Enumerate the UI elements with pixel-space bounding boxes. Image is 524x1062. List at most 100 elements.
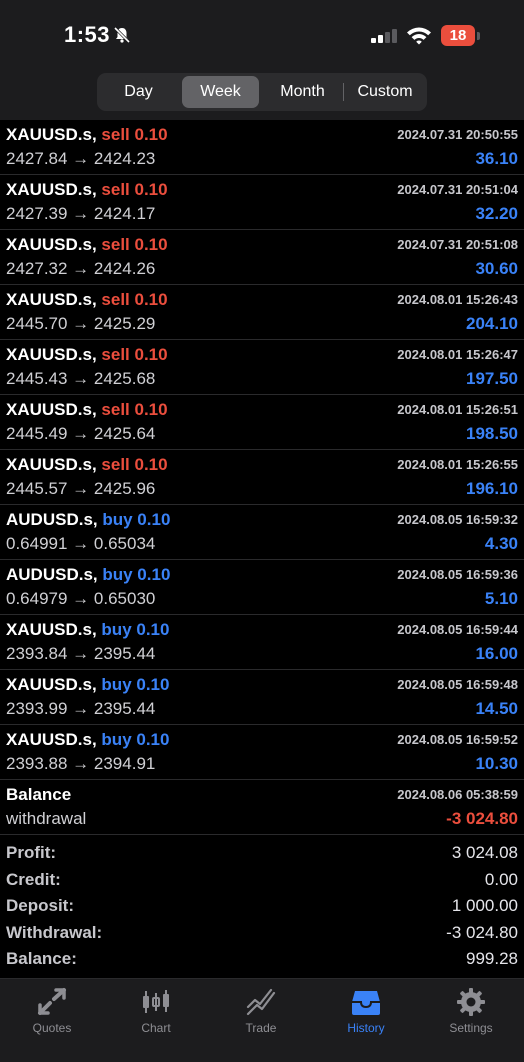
deal-side: sell 0.10 — [101, 455, 168, 474]
period-segmented-control: Day Week Month Custom — [97, 73, 427, 111]
deal-symbol: XAUUSD.s, — [6, 620, 97, 639]
deal-row[interactable]: AUDUSD.s, buy 0.10 2024.08.05 16:59:36 0… — [0, 560, 524, 615]
status-bar: 1:53 18 — [0, 0, 524, 70]
tab-label: Settings — [449, 1021, 493, 1035]
deal-time: 2024.08.05 16:59:36 — [397, 567, 518, 582]
cellular-signal-icon — [371, 29, 397, 43]
deal-time: 2024.08.05 16:59:32 — [397, 512, 518, 527]
deal-symbol: XAUUSD.s, — [6, 235, 97, 254]
deal-symbol: XAUUSD.s, — [6, 675, 97, 694]
deal-profit: 36.10 — [475, 149, 518, 168]
deal-prices: 2427.39 → 2424.17 — [6, 204, 156, 223]
tab-history[interactable]: History — [314, 987, 418, 1035]
deal-row[interactable]: XAUUSD.s, sell 0.10 2024.08.01 15:26:43 … — [0, 285, 524, 340]
tab-quotes[interactable]: Quotes — [0, 987, 104, 1035]
balance-row[interactable]: Balance 2024.08.06 05:38:59 withdrawal -… — [0, 780, 524, 835]
deal-row[interactable]: XAUUSD.s, buy 0.10 2024.08.05 16:59:52 2… — [0, 725, 524, 780]
deal-time: 2024.07.31 20:51:04 — [397, 182, 518, 197]
summary-label: Deposit: — [6, 896, 74, 915]
period-month[interactable]: Month — [265, 76, 340, 108]
deal-profit: 196.10 — [466, 479, 518, 498]
wifi-icon — [407, 27, 431, 45]
deal-side: sell 0.10 — [101, 345, 168, 364]
summary-label: Withdrawal: — [6, 922, 103, 942]
deal-profit: 14.50 — [475, 699, 518, 718]
deal-symbol: XAUUSD.s, — [6, 290, 97, 309]
deal-prices: 2393.84 → 2395.44 — [6, 644, 156, 663]
history-icon — [352, 991, 380, 1015]
balance-amount: -3 024.80 — [446, 809, 518, 828]
deal-profit: 197.50 — [466, 369, 518, 388]
deal-row[interactable]: XAUUSD.s, buy 0.10 2024.08.05 16:59:48 2… — [0, 670, 524, 725]
deal-symbol: AUDUSD.s, — [6, 565, 98, 584]
history-header: Day Week Month Custom — [0, 70, 524, 120]
deal-time: 2024.08.01 15:26:55 — [397, 457, 518, 472]
balance-title: Balance — [6, 785, 72, 804]
deals-list: XAUUSD.s, sell 0.10 2024.07.31 20:50:55 … — [0, 120, 524, 835]
deal-side: buy 0.10 — [101, 730, 170, 749]
tab-label: Chart — [141, 1021, 171, 1035]
bell-muted-icon — [113, 26, 131, 44]
deal-prices: 0.64979 → 0.65030 — [6, 589, 156, 608]
quotes-icon — [38, 988, 66, 1015]
deal-side: buy 0.10 — [101, 675, 170, 694]
deal-side: sell 0.10 — [101, 125, 168, 144]
tab-trade[interactable]: Trade — [209, 987, 313, 1035]
deal-symbol: XAUUSD.s, — [6, 455, 97, 474]
deal-symbol: XAUUSD.s, — [6, 730, 97, 749]
history-summary: Profit: 3 024.08 Credit: 0.00 Deposit: 1… — [0, 840, 524, 973]
deal-time: 2024.07.31 20:51:08 — [397, 237, 518, 252]
deal-row[interactable]: XAUUSD.s, buy 0.10 2024.08.05 16:59:44 2… — [0, 615, 524, 670]
deal-prices: 2445.49 → 2425.64 — [6, 424, 156, 443]
status-time: 1:53 — [64, 22, 111, 47]
deal-row[interactable]: XAUUSD.s, sell 0.10 2024.07.31 20:50:55 … — [0, 120, 524, 175]
summary-profit: Profit: 3 024.08 — [0, 840, 524, 867]
deal-profit: 32.20 — [475, 204, 518, 223]
summary-label: Profit: — [6, 843, 57, 862]
tab-label: History — [347, 1021, 385, 1035]
deal-symbol: XAUUSD.s, — [6, 400, 97, 419]
deal-side: sell 0.10 — [101, 235, 168, 254]
deal-profit: 10.30 — [475, 754, 518, 773]
deal-time: 2024.08.01 15:26:47 — [397, 347, 518, 362]
deal-symbol: AUDUSD.s, — [6, 510, 98, 529]
tab-chart[interactable]: Chart — [104, 987, 208, 1035]
summary-label: Balance: — [6, 949, 77, 968]
tab-settings[interactable]: Settings — [419, 987, 523, 1035]
tab-label: Quotes — [32, 1021, 72, 1035]
battery-level: 18 — [441, 25, 475, 46]
deal-prices: 2427.32 → 2424.26 — [6, 259, 156, 278]
period-week[interactable]: Week — [182, 76, 259, 108]
deal-side: buy 0.10 — [102, 565, 171, 584]
deal-profit: 4.30 — [484, 534, 518, 553]
period-custom[interactable]: Custom — [347, 76, 423, 108]
deal-time: 2024.08.01 15:26:43 — [397, 292, 518, 307]
segment-divider — [343, 83, 344, 101]
summary-value: 0.00 — [484, 869, 518, 889]
deal-row[interactable]: XAUUSD.s, sell 0.10 2024.08.01 15:26:55 … — [0, 450, 524, 505]
deal-prices: 2393.99 → 2395.44 — [6, 699, 156, 718]
deal-profit: 5.10 — [484, 589, 518, 608]
deal-prices: 2445.57 → 2425.96 — [6, 479, 156, 498]
deal-profit: 204.10 — [466, 314, 518, 333]
tab-label: Trade — [245, 1021, 277, 1035]
summary-value: -3 024.80 — [446, 922, 518, 942]
bottom-tab-bar: Quotes Chart Trade History Settings — [0, 978, 524, 1062]
summary-value: 1 000.00 — [451, 896, 518, 915]
deal-symbol: XAUUSD.s, — [6, 345, 97, 364]
deal-row[interactable]: AUDUSD.s, buy 0.10 2024.08.05 16:59:32 0… — [0, 505, 524, 560]
deal-time: 2024.08.05 16:59:52 — [397, 732, 518, 747]
deal-side: sell 0.10 — [101, 180, 168, 199]
deal-symbol: XAUUSD.s, — [6, 125, 97, 144]
deal-prices: 2427.84 → 2424.23 — [6, 149, 156, 168]
deal-row[interactable]: XAUUSD.s, sell 0.10 2024.07.31 20:51:04 … — [0, 175, 524, 230]
settings-icon — [457, 988, 485, 1016]
summary-value: 999.28 — [466, 949, 518, 968]
period-day[interactable]: Day — [101, 76, 176, 108]
deal-prices: 2393.88 → 2394.91 — [6, 754, 156, 773]
deal-symbol: XAUUSD.s, — [6, 180, 97, 199]
deal-row[interactable]: XAUUSD.s, sell 0.10 2024.08.01 15:26:47 … — [0, 340, 524, 395]
deal-row[interactable]: XAUUSD.s, sell 0.10 2024.07.31 20:51:08 … — [0, 230, 524, 285]
balance-time: 2024.08.06 05:38:59 — [397, 787, 518, 802]
deal-row[interactable]: XAUUSD.s, sell 0.10 2024.08.01 15:26:51 … — [0, 395, 524, 450]
